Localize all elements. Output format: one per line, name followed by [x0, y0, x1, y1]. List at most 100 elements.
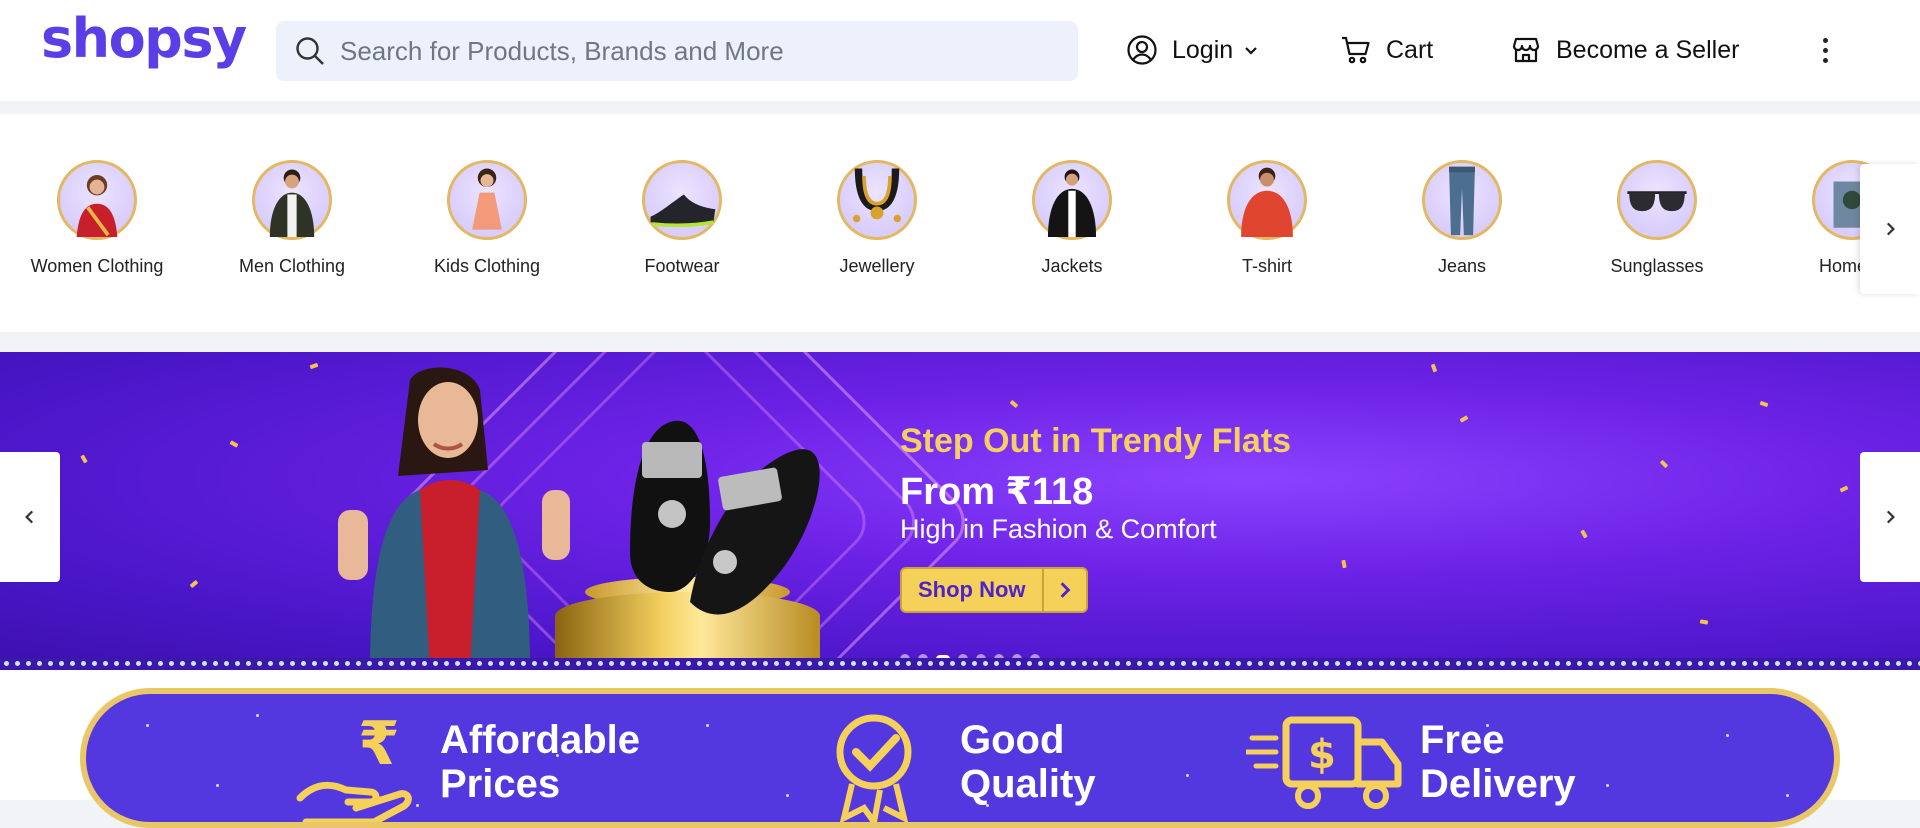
light-bulb	[1412, 661, 1417, 666]
light-bulb	[1676, 661, 1681, 666]
light-bulb	[1027, 661, 1032, 666]
light-bulb	[114, 661, 119, 666]
chevron-left-icon	[25, 510, 34, 524]
light-bulb	[1137, 661, 1142, 666]
light-bulb	[521, 661, 526, 666]
category-jeans[interactable]: Jeans	[1367, 160, 1557, 277]
category-footwear[interactable]: Footwear	[587, 160, 777, 277]
banner-next-button[interactable]	[1860, 452, 1920, 582]
light-bulb	[840, 661, 845, 666]
light-bulb	[1874, 661, 1879, 666]
sparkle	[146, 724, 149, 727]
light-bulb	[1654, 661, 1659, 666]
category-label: Jewellery	[839, 256, 915, 276]
light-bulb	[1775, 661, 1780, 666]
hero-banner[interactable]: Step Out in Trendy Flats From ₹118 High …	[0, 352, 1920, 670]
light-bulb	[1214, 661, 1219, 666]
light-bulb	[1544, 661, 1549, 666]
light-bulb	[1269, 661, 1274, 666]
category-sunglasses[interactable]: Sunglasses	[1562, 160, 1752, 277]
light-bulb	[1555, 661, 1560, 666]
shop-now-button[interactable]: Shop Now	[900, 567, 1088, 613]
seller-label: Become a Seller	[1556, 35, 1740, 64]
light-bulb	[1038, 661, 1043, 666]
men-clothing-image	[252, 160, 332, 240]
tshirt-image	[1227, 160, 1307, 240]
confetti	[1430, 363, 1438, 373]
shopsy-logo[interactable]: shopsy	[41, 12, 247, 66]
light-bulb	[48, 661, 53, 666]
light-bulb	[1841, 661, 1846, 666]
dot-icon	[1822, 37, 1828, 43]
light-bulb	[1280, 661, 1285, 666]
light-bulb	[334, 661, 339, 666]
light-bulb	[1203, 661, 1208, 666]
light-bulb	[191, 661, 196, 666]
categories-next-button[interactable]	[1860, 164, 1920, 294]
confetti	[189, 579, 199, 589]
light-bulb	[686, 661, 691, 666]
category-strip: Women Clothing Men Clothing Kids Clothin…	[0, 114, 1920, 332]
category-kids-clothing[interactable]: Kids Clothing	[392, 160, 582, 277]
light-bulb	[829, 661, 834, 666]
light-bulb	[1181, 661, 1186, 666]
light-bulb	[1819, 661, 1824, 666]
light-bulb	[202, 661, 207, 666]
dot-icon	[1822, 57, 1828, 63]
light-bulb	[422, 661, 427, 666]
kids-clothing-image	[447, 160, 527, 240]
light-bulb	[1346, 661, 1351, 666]
dot-icon	[1822, 47, 1828, 53]
light-bulb	[1731, 661, 1736, 666]
become-seller-link[interactable]: Become a Seller	[1510, 30, 1739, 70]
light-bulb	[807, 661, 812, 666]
light-bulb	[147, 661, 152, 666]
light-bulb	[1335, 661, 1340, 666]
light-bulb	[994, 661, 999, 666]
light-bulb	[1005, 661, 1010, 666]
login-menu[interactable]: Login	[1126, 30, 1259, 70]
category-women-clothing[interactable]: Women Clothing	[2, 160, 192, 277]
light-bulb	[1720, 661, 1725, 666]
cart-link[interactable]: Cart	[1340, 30, 1433, 70]
light-bulb	[1698, 661, 1703, 666]
light-bulb	[246, 661, 251, 666]
light-bulb	[576, 661, 581, 666]
light-bulb	[895, 661, 900, 666]
category-jackets[interactable]: Jackets	[977, 160, 1167, 277]
light-bulb	[785, 661, 790, 666]
light-bulb	[1368, 661, 1373, 666]
light-bulb	[389, 661, 394, 666]
light-bulb	[301, 661, 306, 666]
category-jewellery[interactable]: Jewellery	[782, 160, 972, 277]
light-bulb	[741, 661, 746, 666]
light-bulb	[708, 661, 713, 666]
feature-affordable-prices: ₹ Affordable Prices	[296, 712, 660, 822]
light-bulb	[1225, 661, 1230, 666]
user-circle-icon	[1127, 35, 1157, 65]
light-bulb	[81, 661, 86, 666]
banner-prev-button[interactable]	[0, 452, 60, 582]
category-label: Jeans	[1437, 256, 1487, 276]
sparkle	[1046, 734, 1049, 737]
light-bulb	[169, 661, 174, 666]
flats-product-image	[630, 420, 820, 615]
light-bulb	[543, 661, 548, 666]
category-men-clothing[interactable]: Men Clothing	[197, 160, 387, 277]
light-bulb	[1324, 661, 1329, 666]
features-section: ₹ Affordable Prices Good Quality $ Free …	[0, 670, 1920, 828]
search-input[interactable]	[340, 35, 1040, 67]
category-tshirt[interactable]: T-shirt	[1172, 160, 1362, 277]
light-bulb	[1082, 661, 1087, 666]
light-bulb	[620, 661, 625, 666]
light-bulb	[213, 661, 218, 666]
light-bulb	[1709, 661, 1714, 666]
light-bulb	[1599, 661, 1604, 666]
more-options-button[interactable]	[1810, 30, 1840, 70]
light-bulb	[4, 661, 9, 666]
search-bar[interactable]	[276, 21, 1078, 81]
light-bulb	[532, 661, 537, 666]
feature-label: Good Quality	[960, 718, 1096, 806]
light-bulb	[752, 661, 757, 666]
store-icon	[1512, 37, 1540, 63]
